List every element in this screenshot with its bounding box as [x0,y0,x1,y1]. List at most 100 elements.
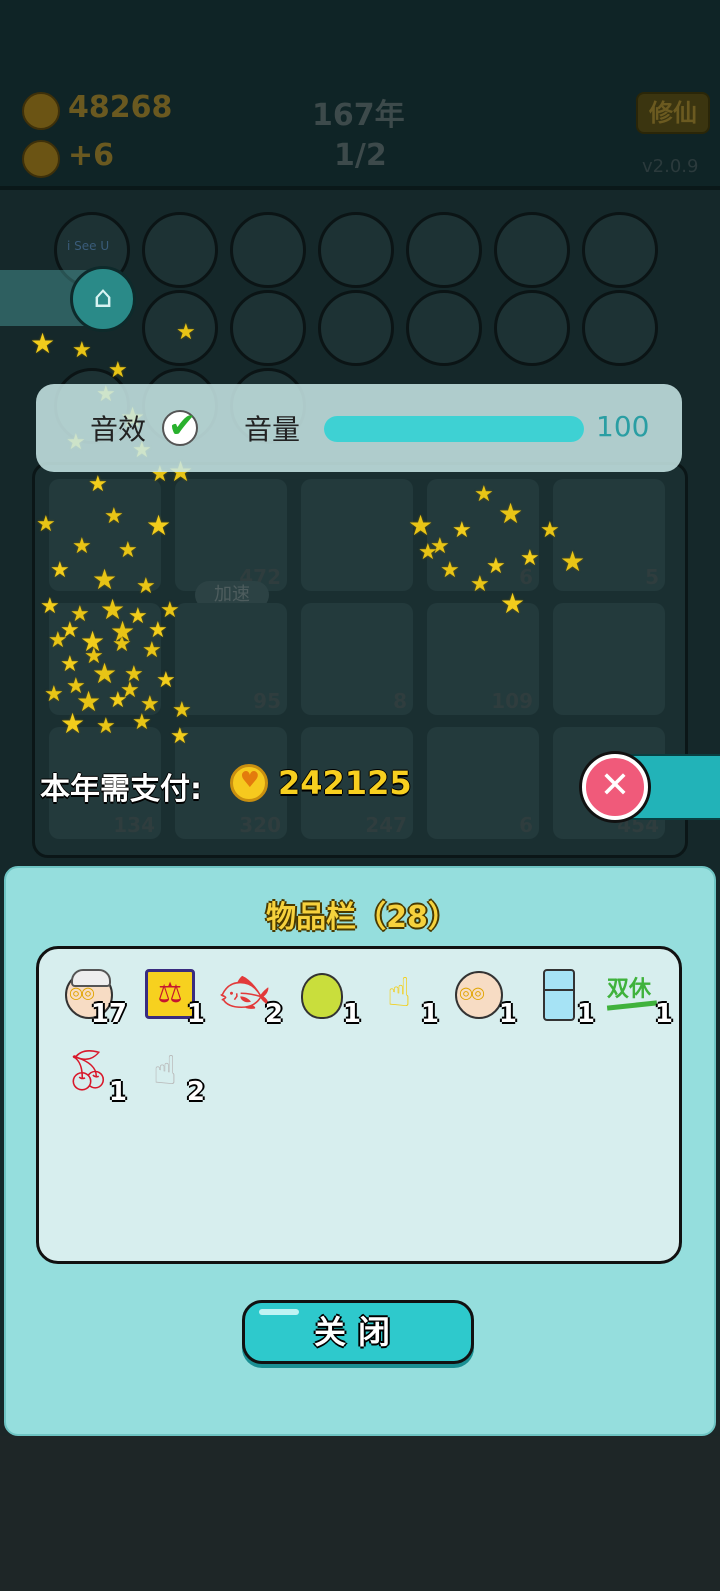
volume-slider-fill [324,416,584,442]
shop-icon[interactable] [142,212,218,288]
sound-settings-panel: 音效 ✔ 音量 100 [36,384,682,472]
star-particle: ★ [60,652,80,677]
star-particle: ★ [146,509,172,542]
grid-card[interactable]: 472 [175,479,287,591]
star-particle: ★ [88,472,108,497]
fries-icon[interactable] [582,212,658,288]
item-count: 17 [90,999,127,1029]
inventory-title: 物品栏（28） [266,900,458,935]
minus-icon[interactable] [582,290,658,366]
star-particle: ★ [72,338,92,363]
star-particle: ★ [142,638,162,663]
fridge-icon [543,969,575,1021]
star-particle: ★ [118,538,138,563]
yearly-payment-label: 本年需支付: [40,772,202,807]
inventory-item-scales[interactable]: ⚖ 1 [135,963,205,1029]
star-particle: ★ [560,545,586,578]
xiuxian-button[interactable]: 修仙 [636,92,710,134]
inventory-item-bald-man[interactable]: 1 [447,963,517,1029]
sfx-checkbox[interactable]: ✔ [162,406,198,446]
star-particle: ★ [452,518,472,543]
star-particle: ★ [474,482,494,507]
inventory-item-yellow-hand[interactable]: ☝ 1 [369,963,439,1029]
star-particle: ★ [110,615,136,648]
star-particle: ★ [156,668,176,693]
inventory-item-koi-fish[interactable]: 🐟︎ 2 [213,963,283,1029]
compass-icon[interactable] [230,212,306,288]
star-particle: ★ [136,574,156,599]
star-particle: ★ [50,558,70,583]
inventory-item-shuangxiu[interactable]: 双休 1 [603,963,673,1029]
star-particle: ★ [176,320,196,345]
item-count: 1 [420,999,439,1029]
item-count: 1 [654,999,673,1029]
close-button[interactable]: 关闭 [242,1300,474,1364]
item-count: 2 [264,999,283,1029]
inventory-item-pear[interactable]: 1 [291,963,361,1029]
grid-card[interactable]: 8 [301,603,413,715]
cherry-icon: 🍒︎ [63,1048,114,1094]
star-particle: ★ [60,707,86,740]
yearly-payment-amount: 242125 [278,764,412,802]
grey-pointing-hand-icon: ☝ [152,1048,178,1094]
inventory-item-grey-hand[interactable]: ☝ 2 [135,1041,205,1107]
version-label: v2.0.9 [642,156,699,177]
coin-balance: 48268 [68,90,173,125]
checkmark-icon: ✔ [168,406,197,446]
grid-card[interactable]: 6 [427,727,539,839]
yellow-pointing-hand-icon: ☝ [386,970,412,1016]
star-particle: ★ [418,540,438,565]
star-particle: ★ [30,327,56,360]
star-particle: ★ [96,714,116,739]
bald-man-glasses-icon [455,971,503,1019]
volume-value: 100 [596,410,650,443]
income-coin-icon [22,140,60,178]
star-particle: ★ [66,674,86,699]
shop-icon[interactable] [406,212,482,288]
piggy-bank-icon[interactable] [494,212,570,288]
star-particle: ★ [440,558,460,583]
star-particle: ★ [60,618,80,643]
item-count: 2 [186,1077,205,1107]
star-particle: ★ [170,724,190,749]
shop-icon[interactable] [318,290,394,366]
page-indicator: 1/2 [334,138,387,173]
star-particle: ★ [72,534,92,559]
inventory-panel: 物品栏（28） 17 ⚖ 1 🐟︎ 2 1 ☝ 1 1 1 [4,866,716,1436]
inventory-item-fridge[interactable]: 1 [525,963,595,1029]
star-particle: ★ [92,563,118,596]
shop-icon[interactable] [230,290,306,366]
star-particle: ★ [120,678,140,703]
sfx-label: 音效 [90,413,147,446]
coin-icon [22,92,60,130]
star-particle: ★ [520,546,540,571]
inventory-item-cherry[interactable]: 🍒︎ 1 [57,1041,127,1107]
wrench-icon[interactable] [406,290,482,366]
volume-label: 音量 [244,413,301,446]
star-particle: ★ [540,518,560,543]
star-particle: ★ [498,497,524,530]
star-particle: ★ [500,587,526,620]
star-particle: ★ [132,710,152,735]
inventory-grid: 17 ⚖ 1 🐟︎ 2 1 ☝ 1 1 1 双休 1 [36,946,682,1264]
year-counter: 167年 [312,98,405,133]
shop-icon[interactable] [318,212,394,288]
item-count: 1 [186,999,205,1029]
grid-card[interactable] [553,603,665,715]
star-particle: ★ [84,644,104,669]
star-particle: ★ [108,358,128,383]
shuangxiu-sign-icon: 双休 [607,971,651,1003]
volume-slider[interactable] [324,416,584,442]
item-count: 1 [498,999,517,1029]
star-particle: ★ [486,554,506,579]
inventory-item-old-man[interactable]: 17 [57,963,127,1029]
coin-income: +6 [68,138,115,173]
home-icon[interactable]: ⌂ [70,266,136,332]
item-count: 1 [576,999,595,1029]
koi-fish-icon: 🐟︎ [219,970,270,1016]
top-hud: 48268 +6 167年 1/2 修仙 v2.0.9 [0,0,720,190]
star-particle: ★ [44,682,64,707]
grid-card[interactable] [301,479,413,591]
time-icon[interactable] [494,290,570,366]
close-x-button[interactable]: ✕ [582,754,648,820]
